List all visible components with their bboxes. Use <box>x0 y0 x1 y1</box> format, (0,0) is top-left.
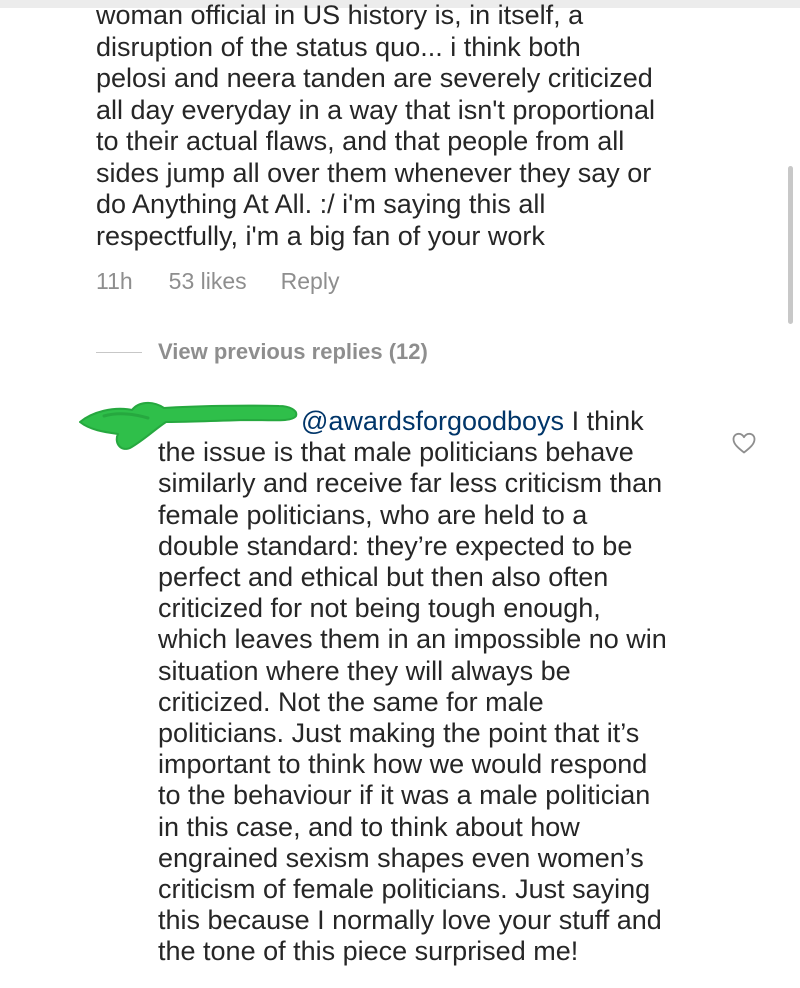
reply-line: criticism of female politicians. Just sa… <box>158 874 651 905</box>
reply-line: to the behaviour if it was a male politi… <box>158 780 651 811</box>
comment-line: woman official in US history is, in itse… <box>96 0 584 30</box>
reply-line: in this case, and to think about how <box>158 811 580 842</box>
comment-line: to their actual flaws, and that people f… <box>96 126 625 156</box>
view-previous-replies[interactable]: View previous replies (12) <box>96 336 428 368</box>
scrollbar-thumb[interactable] <box>788 166 793 324</box>
reply-line: perfect and ethical but then also often <box>158 562 609 593</box>
reply-first-line-text: I think <box>564 406 644 436</box>
replies-divider <box>96 351 142 353</box>
reply-line: politicians. Just making the point that … <box>158 718 640 749</box>
comment-line: do Anything At All. :/ i'm saying this a… <box>96 189 546 219</box>
comment-body: woman official in US history is, in itse… <box>96 0 706 252</box>
reply-line: engrained sexism shapes even women’s <box>158 842 644 873</box>
mention-link[interactable]: @awardsforgoodboys <box>301 406 564 436</box>
comment-line: pelosi and neera tanden are severely cri… <box>96 63 653 93</box>
reply-line: criticized for not being tough enough, <box>158 593 601 624</box>
reply-line: double standard: they’re expected to be <box>158 530 633 561</box>
comment-line: sides jump all over them whenever they s… <box>96 157 652 188</box>
reply-line: criticized. Not the same for male <box>158 686 544 717</box>
reply-line: this because I normally love your stuff … <box>158 905 662 936</box>
reply-line: female politicians, who are held to a <box>158 499 588 530</box>
comment-line: all day everyday in a way that isn't pro… <box>96 94 655 125</box>
reply-body: @awardsforgoodboys I think the issue is … <box>158 406 718 968</box>
reply-first-line: @awardsforgoodboys I think <box>158 406 718 437</box>
comment-line: disruption of the status quo... i think … <box>96 31 581 62</box>
comment-likes-count[interactable]: 53 likes <box>169 268 247 295</box>
reply-line: important to think how we would respond <box>158 749 648 780</box>
comments-screen: woman official in US history is, in itse… <box>0 0 800 988</box>
comment-line: respectfully, i'm a big fan of your work <box>96 220 545 251</box>
comment-meta: 11h 53 likes Reply <box>96 264 339 298</box>
reply-line: similarly and receive far less criticism… <box>158 468 663 499</box>
reply-button[interactable]: Reply <box>281 268 340 295</box>
reply-line: situation where they will always be <box>158 655 571 686</box>
reply-line: the issue is that male politicians behav… <box>158 437 634 468</box>
reply-line: which leaves them in an impossible no wi… <box>158 624 667 655</box>
heart-icon[interactable] <box>732 432 756 454</box>
reply-line: the tone of this piece surprised me! <box>158 936 579 967</box>
comment-timestamp: 11h <box>96 267 133 294</box>
view-replies-label: View previous replies (12) <box>158 339 428 364</box>
